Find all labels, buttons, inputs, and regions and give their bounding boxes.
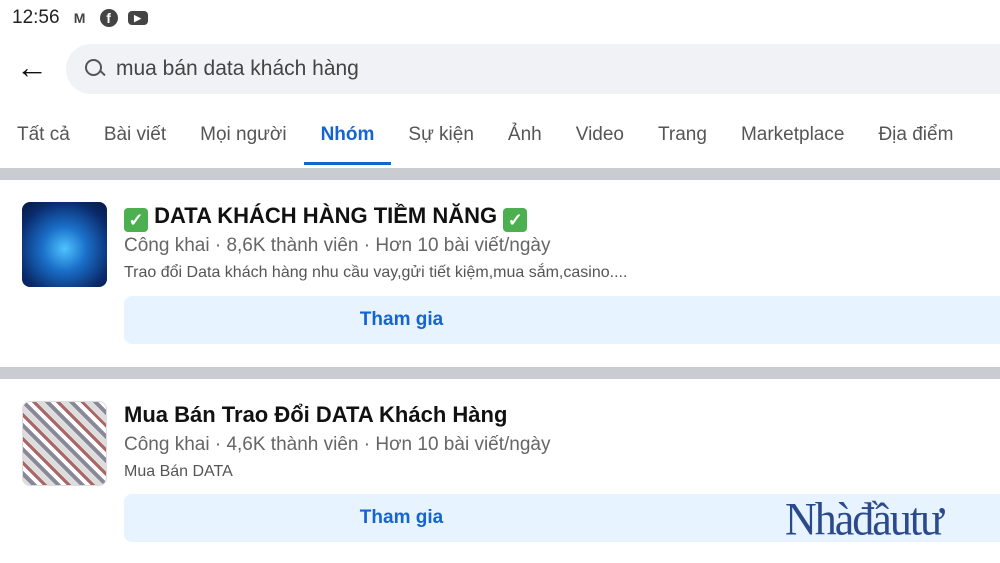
tab-videos[interactable]: Video: [559, 110, 641, 165]
group-description: Trao đổi Data khách hàng nhu cầu vay,gửi…: [124, 264, 628, 281]
tab-events[interactable]: Sự kiện: [391, 110, 491, 165]
watermark-logo: Nhàđầutư: [785, 493, 944, 546]
tab-marketplace[interactable]: Marketplace: [724, 110, 862, 165]
divider: [0, 168, 1000, 180]
tab-photos[interactable]: Ảnh: [491, 110, 559, 165]
filter-tabs: Tất cả Bài viết Mọi người Nhóm Sự kiện Ả…: [0, 110, 970, 165]
tab-people[interactable]: Mọi người: [183, 110, 303, 165]
join-button[interactable]: Tham gia: [124, 296, 1000, 344]
status-bar: 12:56 M f ▶: [0, 0, 148, 36]
check-mark-icon: ✓: [124, 208, 148, 232]
search-icon: [84, 58, 106, 80]
gmail-icon: M: [73, 10, 86, 26]
facebook-icon: f: [99, 9, 118, 27]
group-avatar[interactable]: [22, 401, 107, 486]
divider: [0, 367, 1000, 379]
search-bar[interactable]: [66, 44, 1000, 94]
tab-places[interactable]: Địa điểm: [861, 110, 970, 165]
group-avatar[interactable]: [22, 202, 107, 287]
tab-all[interactable]: Tất cả: [0, 110, 87, 165]
back-arrow-icon[interactable]: ←: [16, 51, 50, 86]
group-meta: Công khai · 8,6K thành viên · Hơn 10 bài…: [124, 235, 551, 256]
check-mark-icon: ✓: [503, 208, 528, 232]
group-description: Mua Bán DATA: [124, 463, 233, 480]
group-title[interactable]: ✓ DATA KHÁCH HÀNG TIỀM NĂNG ✓: [124, 203, 528, 232]
tab-posts[interactable]: Bài viết: [87, 110, 183, 165]
tab-pages[interactable]: Trang: [641, 110, 724, 165]
tab-groups[interactable]: Nhóm: [303, 110, 392, 165]
group-title[interactable]: Mua Bán Trao Đổi DATA Khách Hàng: [124, 402, 507, 428]
group-meta: Công khai · 4,6K thành viên · Hơn 10 bài…: [124, 434, 551, 455]
search-input[interactable]: [116, 57, 816, 81]
clock: 12:56: [12, 7, 60, 28]
youtube-icon: ▶: [127, 11, 148, 25]
